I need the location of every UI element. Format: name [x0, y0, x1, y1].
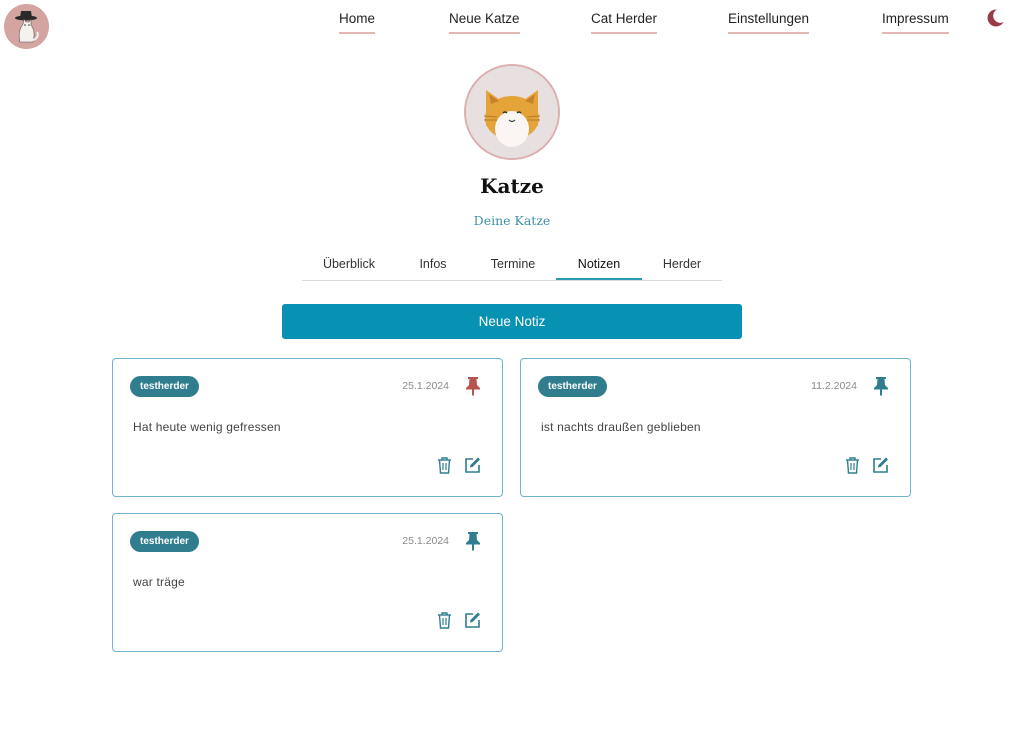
author-badge: testherder: [130, 531, 199, 552]
cat-avatar: [464, 64, 560, 160]
note-date: 25.1.2024: [402, 535, 449, 547]
trash-icon[interactable]: [436, 456, 453, 474]
note-text: ist nachts draußen geblieben: [541, 420, 701, 434]
nav-einstellungen[interactable]: Einstellungen: [728, 11, 810, 34]
dark-mode-toggle[interactable]: [985, 8, 1005, 28]
note-text: war träge: [133, 575, 185, 589]
note-date: 25.1.2024: [402, 380, 449, 392]
note-text: Hat heute wenig gefressen: [133, 420, 281, 434]
pin-icon[interactable]: [465, 531, 481, 551]
nav-cat-herder[interactable]: Cat Herder: [591, 11, 658, 34]
edit-icon[interactable]: [464, 456, 481, 474]
author-badge: testherder: [538, 376, 607, 397]
tab-ueberblick[interactable]: Überblick: [302, 248, 396, 280]
tab-termine[interactable]: Termine: [470, 248, 556, 280]
note-card: testherder 11.2.2024 ist nachts draußen …: [520, 358, 911, 497]
nav-neue-katze[interactable]: Neue Katze: [449, 11, 520, 34]
tab-infos[interactable]: Infos: [396, 248, 470, 280]
author-badge: testherder: [130, 376, 199, 397]
note-card: testherder 25.1.2024 war träge: [112, 513, 503, 652]
pin-icon[interactable]: [873, 376, 889, 396]
trash-icon[interactable]: [844, 456, 861, 474]
pin-icon[interactable]: [465, 376, 481, 396]
nav-home[interactable]: Home: [339, 11, 376, 34]
edit-icon[interactable]: [464, 611, 481, 629]
note-date: 11.2.2024: [811, 380, 857, 392]
tab-notizen[interactable]: Notizen: [556, 248, 642, 280]
new-note-button[interactable]: Neue Notiz: [282, 304, 742, 339]
cat-name: Katze: [480, 174, 544, 198]
edit-icon[interactable]: [872, 456, 889, 474]
profile-tabs: Überblick Infos Termine Notizen Herder: [302, 248, 722, 281]
tab-herder[interactable]: Herder: [642, 248, 722, 280]
cat-subtitle: Deine Katze: [473, 213, 551, 228]
cat-face-icon: [466, 66, 558, 158]
nav-impressum[interactable]: Impressum: [882, 11, 949, 34]
moon-icon: [987, 9, 1004, 27]
trash-icon[interactable]: [436, 611, 453, 629]
note-card: testherder 25.1.2024 Hat heute wenig gef…: [112, 358, 503, 497]
main-nav: Home Neue Katze Cat Herder Einstellungen…: [0, 0, 1024, 40]
